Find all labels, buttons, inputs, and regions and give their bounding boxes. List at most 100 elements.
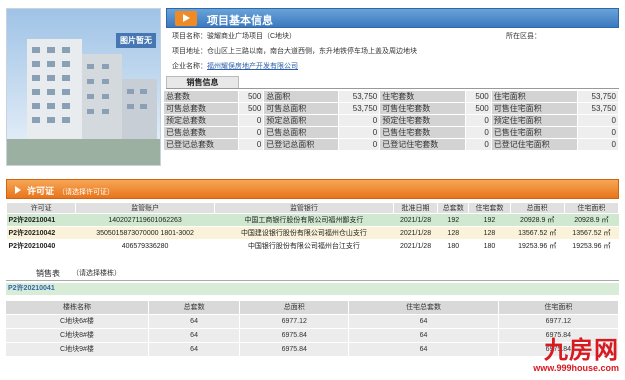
sales-info-value: 0 [237,138,265,151]
permit-column-header: 监管账户 [75,202,215,214]
building-cell: 6975.84 [239,341,350,356]
sales-info-row: 预定总套数 0 预定总面积 0 预定住宅套数 0 预定住宅面积 0 [163,114,620,127]
sales-info-table: 总套数 500 总面积 53,750 住宅套数 500 住宅面积 53,750 可售总套数 500… [163,90,620,151]
sales-info-label: 预定住宅面积 [490,114,578,127]
permit-subtitle: （请选择许可证） [58,189,115,196]
sales-info-label: 可售住宅套数 [379,102,466,115]
sales-info-value: 0 [337,126,381,139]
permit-column-header: 批准日期 [392,202,439,214]
sales-info-label: 可售住宅面积 [490,102,578,115]
sales-table-tab[interactable]: 销售表 [36,268,60,279]
permit-cell: 中国建设银行股份有限公司福州仓山支行 [214,226,394,240]
sales-info-label: 住宅套数 [379,90,466,103]
watermark-logo: 九房网 [544,335,619,364]
building-cell: 6977.12 [498,313,620,328]
permit-cell: 20928.9 ㎡ [564,213,619,227]
sales-info-value: 0 [237,114,265,127]
sales-info-label: 预定住宅套数 [379,114,466,127]
sales-info-label: 已售住宅面积 [490,126,578,139]
building-column-header: 住宅面积 [498,301,620,314]
sales-info-label: 可售总面积 [263,102,339,115]
sales-table-tab-bar: 销售表 （请选择楼栋） [6,267,619,281]
project-info-header: 项目基本信息 [166,8,619,28]
building-cell: 64 [348,341,499,356]
sales-info-value: 0 [464,126,492,139]
permit-header: 许可证 （请选择许可证） [6,179,619,199]
permit-cell: 180 [437,239,469,253]
divider [166,88,619,89]
sales-info-value: 53,750 [337,90,381,103]
sales-info-label: 已售总套数 [163,126,239,139]
permit-column-header: 住宅面积 [563,202,620,214]
building-column-header: 楼栋名称 [6,301,149,314]
building-cell: 64 [148,341,241,356]
permit-cell: 406579336280 [75,239,215,253]
sales-info-label: 可售总套数 [163,102,239,115]
permit-row[interactable]: P2许20210041 1402027119601062263 中国工商银行股份有限… [6,213,619,227]
building-cell: 64 [148,313,241,328]
sales-info-value: 0 [576,138,620,151]
sales-info-label: 预定总套数 [163,114,239,127]
sales-info-row: 已登记总套数 0 已登记总面积 0 已登记住宅套数 0 已登记住宅面积 0 [163,138,620,151]
permit-cell: 19253.96 ㎡ [564,239,619,253]
project-info-title: 项目基本信息 [207,15,273,27]
permit-cell: 192 [468,213,511,227]
building-cell: 6977.12 [239,313,350,328]
sales-table-subtitle: （请选择楼栋） [72,270,121,277]
permit-cell: 中国银行股份有限公司福州台江支行 [214,239,394,253]
sales-info-value: 0 [237,126,265,139]
permit-cell: 2021/1/28 [393,239,438,253]
permit-row[interactable]: P2许20210042 3505015873070000 1801-3002 中国建… [6,226,619,240]
selected-permit: P2许20210041 [6,283,619,295]
building-column-header: 住宅总套数 [348,301,499,314]
sales-info-label: 已登记总套数 [163,138,239,151]
district-label: 所在区县： [506,33,541,40]
permit-number: P2许20210042 [6,226,76,240]
sales-info-value: 0 [576,114,620,127]
sales-info-row: 已售总套数 0 已售总面积 0 已售住宅套数 0 已售住宅面积 0 [163,126,620,139]
building-cell: 64 [348,327,499,342]
project-address-row: 项目地址：仓山区上三路以南，南台大道西侧，东升地铁停车场上盖及周边地块 [172,48,417,55]
project-name-row: 项目名称：骏耀商业广场项目（C地块） [172,33,297,40]
permit-number: P2许20210041 [6,213,76,227]
building-column-header: 总面积 [239,301,350,314]
sales-info-label: 已登记住宅套数 [379,138,466,151]
building-cell: C地块6#楼 [6,313,149,328]
sales-info-label: 总面积 [263,90,339,103]
watermark-url: www.999house.com [533,363,619,373]
sales-info-value: 0 [464,138,492,151]
permit-column-header: 总面积 [509,202,565,214]
play-icon [175,11,197,26]
permit-row[interactable]: P2许20210040 406579336280 中国银行股份有限公司福州台江支行 2… [6,239,619,253]
sales-info-label: 总套数 [163,90,239,103]
permit-cell: 128 [468,226,511,240]
building-cell: 6975.84 [239,327,350,342]
no-picture-label: 图片暂无 [116,33,156,48]
sales-info-label: 已售住宅套数 [379,126,466,139]
sales-info-value: 500 [464,90,492,103]
building-cell: C地块8#楼 [6,327,149,342]
sales-info-value: 0 [337,138,381,151]
developer-link[interactable]: 福州耀俣房地产开发有限公司 [207,63,298,70]
sales-info-value: 53,750 [576,102,620,115]
sales-info-value: 0 [337,114,381,127]
permit-cell: 1402027119601062263 [75,213,215,227]
permit-cell: 19253.96 ㎡ [510,239,565,253]
permit-column-header: 许可证 [5,202,77,214]
permit-cell: 180 [468,239,511,253]
permit-cell: 3505015873070000 1801-3002 [75,226,215,240]
site-watermark: 九房网 www.999house.com [501,337,619,377]
project-photo: 图片暂无 [6,8,161,166]
permit-cell: 192 [437,213,469,227]
sales-info-label: 已登记住宅面积 [490,138,578,151]
building-column-header: 总套数 [148,301,241,314]
sales-info-label: 住宅面积 [490,90,578,103]
permit-cell: 13567.52 ㎡ [510,226,565,240]
building-row[interactable]: C地块6#楼 64 6977.12 64 6977.12 [6,313,620,328]
permit-title: 许可证 [27,186,55,196]
sales-info-label: 已售总面积 [263,126,339,139]
permit-number: P2许20210040 [6,239,76,253]
permit-table: 许可证 监管账户 监管银行 批准日期 总套数 住宅套数 总面积 住宅面积 P2许2021004… [5,202,620,253]
project-info-body: 项目名称：骏耀商业广场项目（C地块） 所在区县： 项目地址：仓山区上三路以南，南… [166,28,619,75]
arrow-icon [15,186,21,194]
